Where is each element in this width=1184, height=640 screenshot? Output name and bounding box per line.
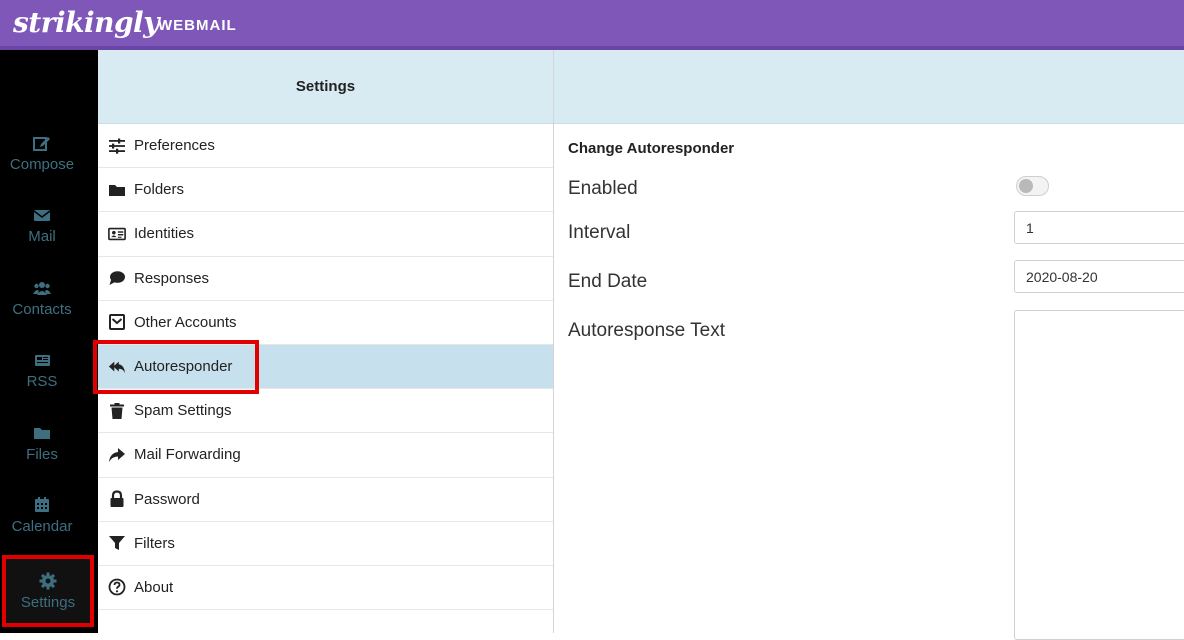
settings-item-about[interactable]: About [98,566,553,611]
settings-item-preferences[interactable]: Preferences [98,124,553,169]
nav-compose[interactable]: Compose [0,122,84,184]
nav-settings[interactable]: Settings [2,555,94,627]
interval-label: Interval [568,222,631,243]
brand-logo[interactable]: strikingly [13,6,159,39]
nav-files[interactable]: Files [0,412,84,474]
nav-calendar[interactable]: Calendar [0,484,84,546]
lock-icon [107,490,127,508]
settings-item-spam-settings[interactable]: Spam Settings [98,389,553,434]
envelope-square-icon [107,313,127,331]
settings-item-label: Mail Forwarding [134,446,241,464]
settings-item-autoresponder[interactable]: Autoresponder [93,339,553,394]
settings-item-responses[interactable]: Responses [98,257,553,301]
users-icon [33,281,51,295]
enabled-toggle[interactable] [1016,176,1049,196]
share-icon [107,446,127,464]
nav-rss[interactable]: RSS [0,339,84,401]
end-date-input[interactable] [1014,260,1184,293]
nav-contacts[interactable]: Contacts [0,267,84,329]
left-nav: Compose Mail Contacts RSS Files Calendar… [0,50,98,633]
comment-icon [107,269,127,287]
settings-item-label: Responses [134,269,210,287]
nav-compose-label: Compose [9,155,75,173]
edit-icon [33,136,50,151]
settings-item-label: Folders [134,181,185,199]
settings-panel: Settings Preferences Folders Identities … [93,50,554,633]
form-title: Change Autoresponder [568,140,735,157]
settings-item-label: Other Accounts [134,313,237,331]
nav-files-label: Files [26,445,58,463]
product-name: WEBMAIL [158,17,237,34]
nav-mail[interactable]: Mail [0,194,84,256]
autoresponse-textarea[interactable] [1014,310,1184,640]
top-bar: strikingly WEBMAIL [0,0,1184,50]
settings-item-mail-forwarding[interactable]: Mail Forwarding [98,433,553,478]
folder-icon [34,427,50,439]
content-header [554,50,1184,124]
nav-settings-label: Settings [20,593,76,611]
calendar-icon [35,496,49,512]
autoresponder-form: Change Autoresponder Enabled Interval En… [554,124,1184,640]
interval-input[interactable] [1014,211,1184,244]
nav-contacts-label: Contacts [12,300,72,318]
nav-mail-label: Mail [28,227,56,245]
end-date-label: End Date [568,271,648,292]
settings-item-identities[interactable]: Identities [98,212,553,257]
settings-item-password[interactable]: Password [98,478,553,522]
nav-rss-label: RSS [26,372,58,390]
nav-calendar-label: Calendar [11,517,73,535]
newspaper-icon [35,354,50,366]
question-circle-icon [107,578,127,596]
envelope-icon [33,209,51,221]
settings-item-label: Filters [134,534,175,552]
enabled-label: Enabled [568,178,638,199]
settings-item-label: Spam Settings [134,402,232,420]
settings-title: Settings [98,50,553,124]
settings-item-folders[interactable]: Folders [98,168,553,213]
settings-item-other-accounts[interactable]: Other Accounts [98,301,553,345]
reply-all-icon [107,358,127,376]
settings-item-label: Password [134,490,200,508]
sliders-icon [107,137,127,155]
autoresponse-text-label: Autoresponse Text [568,320,726,341]
id-card-icon [107,225,127,243]
toggle-knob [1019,179,1033,193]
folder-icon [107,181,127,199]
settings-item-label: Identities [134,225,195,243]
gear-icon [39,572,57,589]
filter-icon [107,534,127,552]
settings-item-label: About [134,578,174,596]
settings-item-label: Preferences [134,137,215,155]
trash-icon [107,402,127,420]
settings-item-filters[interactable]: Filters [98,522,553,566]
settings-item-label: Autoresponder [134,358,233,376]
